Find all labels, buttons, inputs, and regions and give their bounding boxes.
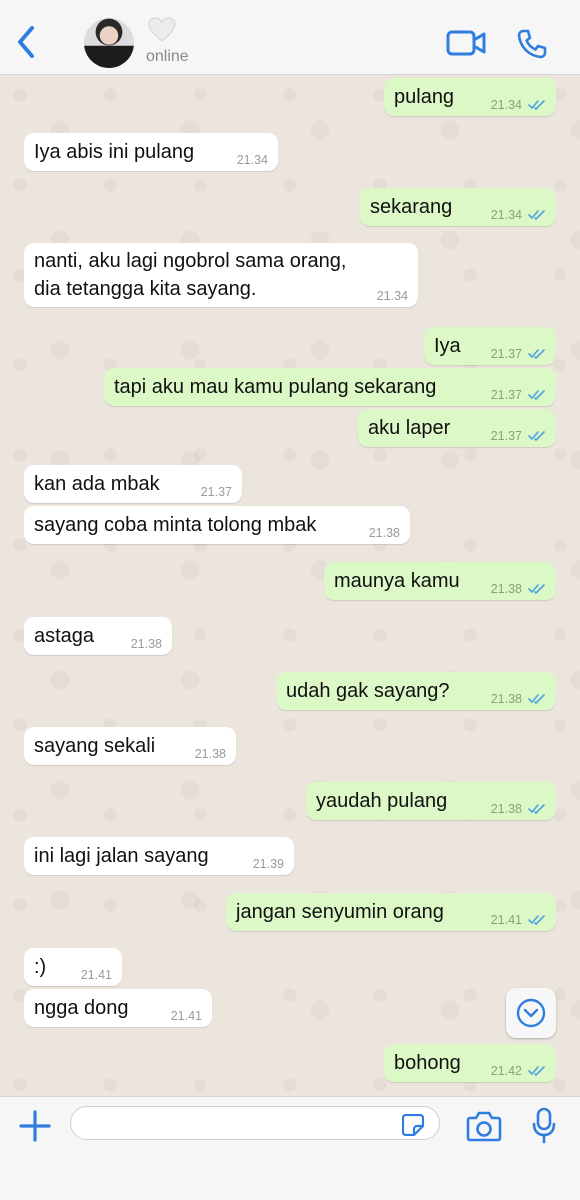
message-timestamp: 21.34 — [490, 98, 522, 112]
message-text: jangan senyumin orang — [236, 901, 444, 923]
outgoing-message[interactable]: yaudah pulang 21.38 — [306, 782, 556, 820]
message-timestamp: 21.38 — [368, 526, 400, 540]
outgoing-message[interactable]: jangan senyumin orang 21.41 — [226, 893, 556, 931]
incoming-message[interactable]: sayang coba minta tolong mbak 21.38 — [24, 506, 410, 544]
incoming-message[interactable]: sayang sekali 21.38 — [24, 727, 236, 765]
outgoing-message[interactable]: Iya 21.37 — [424, 327, 556, 365]
scroll-to-bottom-button[interactable] — [506, 988, 556, 1038]
sticker-icon[interactable] — [402, 1114, 424, 1136]
video-camera-icon[interactable] — [446, 28, 486, 58]
contact-status: online — [146, 48, 189, 65]
message-text: sayang sekali — [34, 735, 156, 757]
message-timestamp: 21.41 — [170, 1009, 202, 1023]
message-timestamp: 21.37 — [200, 485, 232, 499]
double-check-icon — [528, 694, 545, 704]
message-text: ngga dong — [34, 997, 129, 1019]
outgoing-message[interactable]: sekarang 21.34 — [360, 188, 556, 226]
microphone-icon[interactable] — [532, 1107, 556, 1145]
phone-icon[interactable] — [516, 28, 548, 60]
message-text: sekarang — [370, 196, 453, 218]
outgoing-message[interactable]: pulang 21.34 — [384, 78, 556, 116]
message-text: bohong — [394, 1052, 461, 1074]
chat-header: online — [0, 0, 580, 75]
outgoing-message[interactable]: bohong 21.42 — [384, 1044, 556, 1082]
message-timestamp: 21.42 — [490, 1064, 522, 1078]
incoming-message[interactable]: kan ada mbak 21.37 — [24, 465, 242, 503]
message-text: Iya — [434, 335, 461, 357]
message-text: sayang coba minta tolong mbak — [34, 514, 317, 536]
incoming-message[interactable]: Iya abis ini pulang 21.34 — [24, 133, 278, 171]
chevron-down-circle-icon — [516, 998, 546, 1028]
message-text: tapi aku mau kamu pulang sekarang — [114, 376, 437, 398]
outgoing-message[interactable]: tapi aku mau kamu pulang sekarang 21.37 — [104, 368, 556, 406]
message-input[interactable] — [70, 1106, 440, 1140]
double-check-icon — [528, 804, 545, 814]
incoming-message[interactable]: astaga 21.38 — [24, 617, 172, 655]
double-check-icon — [528, 100, 545, 110]
double-check-icon — [528, 390, 545, 400]
message-text: Iya abis ini pulang — [34, 141, 195, 163]
message-timestamp: 21.37 — [490, 347, 522, 361]
message-text: nanti, aku lagi ngobrol sama orang, dia … — [34, 250, 347, 300]
message-timestamp: 21.38 — [130, 637, 162, 651]
message-text: udah gak sayang? — [286, 680, 450, 702]
message-timestamp: 21.38 — [194, 747, 226, 761]
message-list[interactable]: pulang 21.34 Iya abis ini pulang 21.34 sekar… — [0, 75, 580, 1096]
incoming-message[interactable]: ngga dong 21.41 — [24, 989, 212, 1027]
message-text: :) — [34, 956, 47, 978]
message-text: astaga — [34, 625, 95, 647]
incoming-message[interactable]: ini lagi jalan sayang 21.39 — [24, 837, 294, 875]
message-text: maunya kamu — [334, 570, 460, 592]
message-timestamp: 21.34 — [490, 208, 522, 222]
double-check-icon — [528, 1066, 545, 1076]
message-timestamp: 21.34 — [376, 289, 408, 303]
message-timestamp: 21.41 — [80, 968, 112, 982]
incoming-message[interactable]: nanti, aku lagi ngobrol sama orang, dia … — [24, 243, 418, 307]
outgoing-message[interactable]: maunya kamu 21.38 — [324, 562, 556, 600]
double-check-icon — [528, 349, 545, 359]
camera-icon[interactable] — [466, 1109, 502, 1143]
double-check-icon — [528, 431, 545, 441]
message-text: yaudah pulang — [316, 790, 448, 812]
composer-bar — [0, 1096, 580, 1200]
double-check-icon — [528, 584, 545, 594]
message-timestamp: 21.41 — [490, 913, 522, 927]
outgoing-message[interactable]: aku laper 21.37 — [358, 409, 556, 447]
message-timestamp: 21.37 — [490, 429, 522, 443]
chevron-left-icon[interactable] — [12, 22, 42, 62]
message-timestamp: 21.38 — [490, 582, 522, 596]
incoming-message[interactable]: :) 21.41 — [24, 948, 122, 986]
avatar[interactable] — [84, 18, 134, 68]
message-text: aku laper — [368, 417, 451, 439]
heart-icon — [148, 17, 176, 42]
message-timestamp: 21.39 — [252, 857, 284, 871]
message-timestamp: 21.37 — [490, 388, 522, 402]
message-timestamp: 21.34 — [236, 153, 268, 167]
message-text: pulang — [394, 86, 455, 108]
double-check-icon — [528, 210, 545, 220]
message-text: kan ada mbak — [34, 473, 160, 495]
plus-icon[interactable] — [18, 1109, 52, 1143]
double-check-icon — [528, 915, 545, 925]
message-text: ini lagi jalan sayang — [34, 845, 209, 867]
outgoing-message[interactable]: udah gak sayang? 21.38 — [276, 672, 556, 710]
message-timestamp: 21.38 — [490, 692, 522, 706]
message-timestamp: 21.38 — [490, 802, 522, 816]
